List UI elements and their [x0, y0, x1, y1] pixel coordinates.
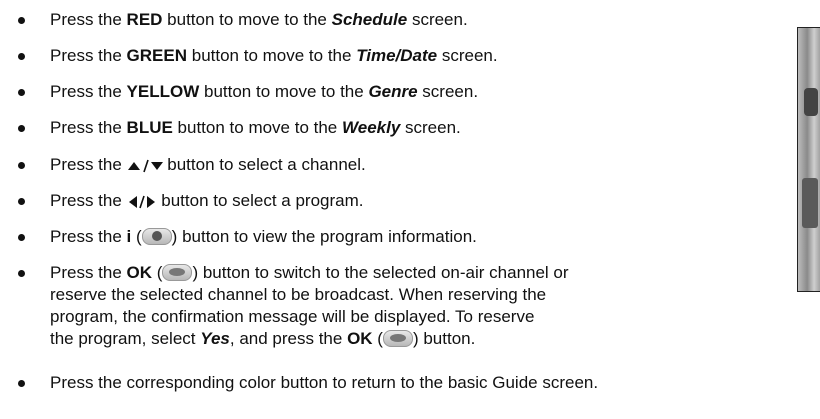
text: Press the — [50, 10, 127, 29]
text: button to view the program information. — [177, 227, 477, 246]
screen-genre: Genre — [368, 82, 418, 101]
info-button-icon — [141, 228, 172, 246]
instruction-channel: Press the button to select a channel. — [50, 154, 366, 176]
instruction-yellow: Press the YELLOW button to move to the G… — [50, 81, 478, 103]
left-right-arrow-icon — [128, 195, 155, 208]
key-red: RED — [126, 10, 163, 29]
bullet-icon — [18, 198, 25, 205]
text: button to move to the — [199, 82, 369, 101]
text: Press the — [50, 155, 127, 174]
text: Press the — [50, 46, 127, 65]
text: screen. — [437, 46, 498, 65]
text: Press the — [50, 263, 127, 282]
instruction-ok-line1: Press the OK () button to switch to the … — [50, 262, 569, 284]
key-ok: OK — [347, 329, 373, 348]
ok-button-icon — [382, 330, 413, 348]
text: ( — [131, 227, 142, 246]
key-ok: OK — [126, 263, 153, 282]
screen-time-date: Time/Date — [356, 46, 438, 65]
text: button to move to the — [187, 46, 357, 65]
text: Press the — [50, 227, 127, 246]
instruction-blue: Press the BLUE button to move to the Wee… — [50, 117, 461, 139]
text: Press the — [50, 82, 127, 101]
instruction-ok-line4: the program, select Yes, and press the O… — [50, 328, 475, 350]
screen-schedule: Schedule — [331, 10, 408, 29]
text: button to move to the — [172, 118, 342, 137]
bullet-icon — [18, 89, 25, 96]
option-yes: Yes — [200, 329, 230, 348]
key-yellow: YELLOW — [126, 82, 200, 101]
text: button to select a channel. — [162, 155, 366, 174]
text: program, the confirmation message will b… — [50, 307, 535, 326]
bullet-icon — [18, 380, 25, 387]
bullet-icon — [18, 162, 25, 169]
text: button to move to the — [162, 10, 332, 29]
instruction-info: Press the i () button to view the progra… — [50, 226, 477, 248]
instruction-program: Press the button to select a program. — [50, 190, 364, 212]
text: the program, select — [50, 329, 201, 348]
text: screen. — [417, 82, 479, 101]
up-down-arrow-icon — [127, 159, 163, 172]
text: , and press the — [229, 329, 348, 348]
ok-button-icon — [162, 264, 193, 282]
text: reserve the selected channel to be broad… — [50, 285, 547, 304]
key-blue: BLUE — [126, 118, 173, 137]
bullet-icon — [18, 125, 25, 132]
tv-photo — [797, 27, 820, 292]
text: screen. — [407, 10, 468, 29]
instruction-return: Press the corresponding color button to … — [50, 372, 598, 394]
text: Press the — [50, 191, 127, 210]
text: button to select a program. — [156, 191, 364, 210]
bullet-icon — [18, 270, 25, 277]
text: ( — [372, 329, 383, 348]
text: button to switch to the selected on-air … — [198, 263, 569, 282]
bullet-icon — [18, 234, 25, 241]
instruction-red: Press the RED button to move to the Sche… — [50, 9, 468, 31]
text: Press the — [50, 118, 127, 137]
text: button. — [418, 329, 476, 348]
instruction-green: Press the GREEN button to move to the Ti… — [50, 45, 498, 67]
text: Press the corresponding color button to … — [50, 373, 599, 392]
bullet-icon — [18, 17, 25, 24]
instruction-ok-line2: reserve the selected channel to be broad… — [50, 284, 546, 306]
screen-weekly: Weekly — [342, 118, 401, 137]
bullet-icon — [18, 53, 25, 60]
instruction-ok-line3: program, the confirmation message will b… — [50, 306, 534, 328]
text: screen. — [400, 118, 461, 137]
text: ( — [152, 263, 163, 282]
key-green: GREEN — [126, 46, 188, 65]
